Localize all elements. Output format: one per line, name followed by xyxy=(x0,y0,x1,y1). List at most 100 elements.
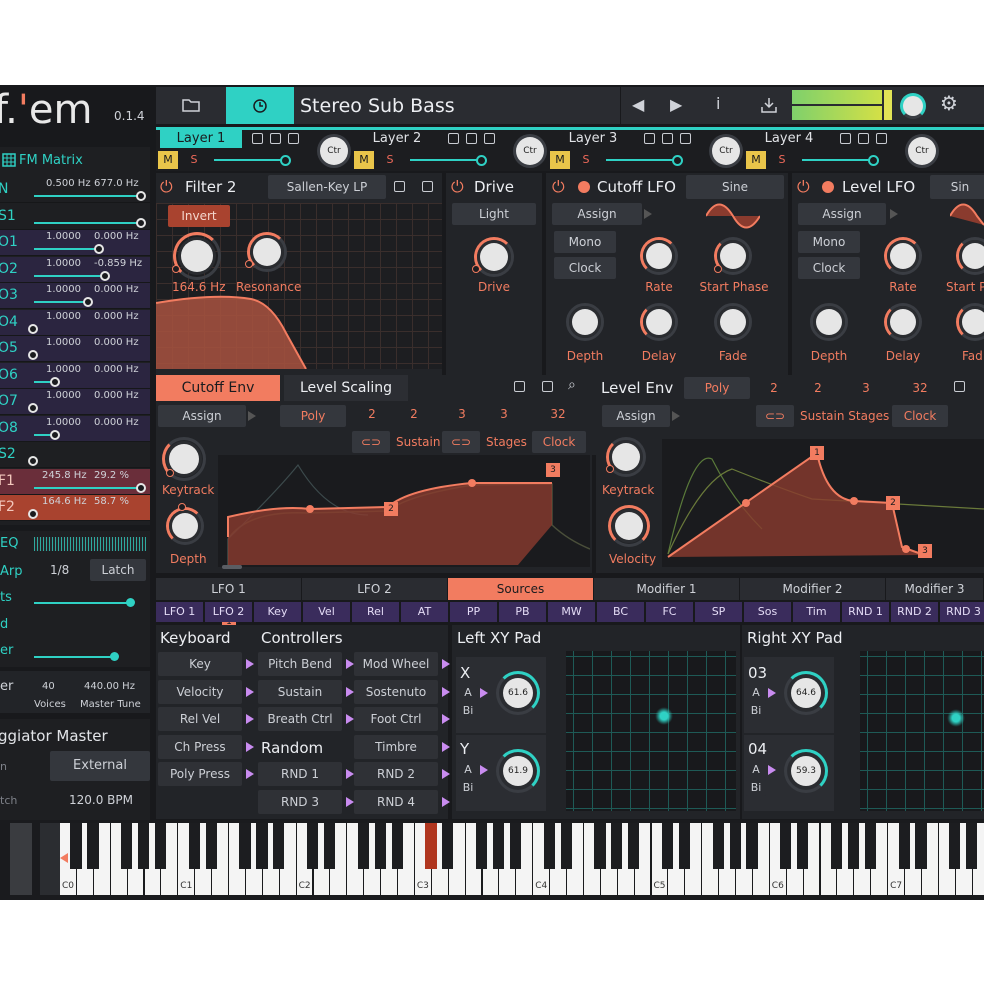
y-mode-a[interactable]: A xyxy=(458,762,478,778)
fm-row-slider[interactable] xyxy=(135,191,146,201)
keyboard-source-button[interactable]: Poly Press xyxy=(158,762,242,786)
start-phase-knob[interactable] xyxy=(720,243,746,269)
black-key[interactable] xyxy=(864,823,876,869)
env-param[interactable]: 3 xyxy=(448,407,476,421)
black-key[interactable] xyxy=(746,823,758,869)
layer-tool-icon[interactable] xyxy=(252,133,263,144)
controller-source-button[interactable]: Pitch Bend xyxy=(258,652,342,676)
power-icon[interactable]: ⏻ xyxy=(552,177,565,197)
env-scrollbar[interactable] xyxy=(222,565,242,569)
save-icon[interactable] xyxy=(760,97,778,113)
fm-row-offset[interactable]: 0.000 Hz xyxy=(94,231,139,242)
source-chip[interactable]: AT xyxy=(401,602,448,622)
controller-source-button[interactable]: Sustain xyxy=(258,679,342,704)
black-key[interactable] xyxy=(628,823,640,869)
black-key[interactable] xyxy=(205,823,217,869)
black-key[interactable] xyxy=(70,823,82,869)
black-key[interactable] xyxy=(780,823,792,869)
keytrack-mod-dot[interactable] xyxy=(166,469,174,477)
fm-row-ratio[interactable]: 1.0000 xyxy=(46,364,81,375)
layer-solo-button[interactable]: S xyxy=(576,151,596,169)
stages-loop-icon[interactable]: ⊂⊃ xyxy=(442,431,480,453)
fm-row-offset[interactable]: 29.2 % xyxy=(94,470,129,481)
lfo-clock-button[interactable]: Clock xyxy=(798,257,860,279)
latch-button[interactable]: Latch xyxy=(90,559,146,581)
fx3-slider[interactable] xyxy=(110,652,119,661)
black-key[interactable] xyxy=(898,823,910,869)
fm-row-slider[interactable] xyxy=(94,244,104,254)
layer-tool-icon[interactable] xyxy=(680,133,691,144)
prev-preset-button[interactable]: ◀ xyxy=(632,95,644,114)
env-clock-button[interactable]: Clock xyxy=(892,405,948,427)
env-param[interactable]: 3 xyxy=(854,381,878,395)
lfo-assign-button[interactable]: Assign xyxy=(798,203,886,225)
black-key[interactable] xyxy=(374,823,386,869)
mod-wheel[interactable] xyxy=(40,823,60,895)
keytrack-knob[interactable] xyxy=(169,444,199,474)
zoom-icon[interactable]: ⌕ xyxy=(568,377,576,393)
env-clock-button[interactable]: Clock xyxy=(532,431,586,453)
controller-source-button[interactable]: RND 2 xyxy=(354,762,438,786)
black-key[interactable] xyxy=(543,823,555,869)
lfo-fade-knob[interactable] xyxy=(720,309,746,335)
fm-row-ratio[interactable]: 1.0000 xyxy=(46,258,81,269)
fm-row-slider[interactable] xyxy=(135,482,146,493)
resonance-mod-dot[interactable] xyxy=(245,260,253,268)
black-key[interactable] xyxy=(425,823,437,869)
fm-row-ratio[interactable]: 1.0000 xyxy=(46,417,81,428)
lfo-clock-button[interactable]: Clock xyxy=(554,257,616,279)
source-chip[interactable]: RND 3 xyxy=(940,602,984,622)
layer-pan-knob[interactable]: Ctr xyxy=(320,137,348,165)
arp-rate[interactable]: 1/8 xyxy=(50,563,69,577)
random-source-button[interactable]: RND 3 xyxy=(258,790,342,814)
lfo-depth-knob[interactable] xyxy=(572,309,598,335)
source-chip[interactable]: RND 2 xyxy=(891,602,938,622)
layer-volume-slider[interactable] xyxy=(672,155,683,166)
gear-icon[interactable]: ⚙ xyxy=(940,91,958,115)
fm-row-offset[interactable]: 0.000 Hz xyxy=(94,311,139,322)
y-value-knob[interactable]: 59.3 xyxy=(791,756,821,786)
left-xy-pad[interactable] xyxy=(566,651,736,811)
paste-icon[interactable] xyxy=(422,181,433,192)
layer-volume-slider[interactable] xyxy=(280,155,291,166)
fm-row-offset[interactable]: -0.859 Hz xyxy=(94,258,142,269)
x-value-knob[interactable]: 61.6 xyxy=(503,678,533,708)
lfo-delay-knob[interactable] xyxy=(890,309,916,335)
black-key[interactable] xyxy=(509,823,522,869)
black-key[interactable] xyxy=(357,823,369,869)
y-mode-a[interactable]: A xyxy=(746,762,766,778)
lfo-mono-button[interactable]: Mono xyxy=(798,231,860,253)
layer-volume-slider[interactable] xyxy=(476,155,487,166)
black-key[interactable] xyxy=(661,823,674,869)
layer-pan-knob[interactable]: Ctr xyxy=(712,137,740,165)
controller-source-button[interactable]: Timbre xyxy=(354,734,438,759)
velocity-knob[interactable] xyxy=(615,512,643,540)
layer-tool-icon[interactable] xyxy=(662,133,673,144)
black-key[interactable] xyxy=(847,823,860,869)
fm-row-offset[interactable]: 0.000 Hz xyxy=(94,364,139,375)
layer-tool-icon[interactable] xyxy=(466,133,477,144)
tab-layer-1[interactable]: Layer 1 xyxy=(160,130,242,148)
lfo-shape-dropdown[interactable]: Sin xyxy=(930,175,984,199)
layer-tool-icon[interactable] xyxy=(858,133,869,144)
tab-layer-3[interactable]: Layer 3 xyxy=(552,130,634,148)
x-value-knob[interactable]: 64.6 xyxy=(791,678,821,708)
env-node[interactable]: 2 xyxy=(384,502,398,516)
env-node[interactable]: 1 xyxy=(810,446,824,460)
fm-row-ratio[interactable]: 1.0000 xyxy=(46,337,81,348)
fm-row-slider[interactable] xyxy=(135,217,146,228)
lfo-shape-dropdown[interactable]: Sine xyxy=(686,175,784,199)
lfo-rate-knob[interactable] xyxy=(646,243,672,269)
black-key[interactable] xyxy=(188,823,200,869)
sustain-loop-icon[interactable]: ⊂⊃ xyxy=(352,431,390,453)
fm-row-ratio[interactable]: 1.0000 xyxy=(46,231,81,242)
black-key[interactable] xyxy=(121,823,133,869)
keyboard-source-button[interactable]: Velocity xyxy=(158,679,242,704)
keytrack-mod-dot[interactable] xyxy=(606,465,614,473)
drive-knob[interactable] xyxy=(480,243,508,271)
source-chip[interactable]: Key xyxy=(254,602,301,622)
black-key[interactable] xyxy=(273,823,285,869)
env-param[interactable]: 32 xyxy=(906,381,934,395)
env-assign-button[interactable]: Assign xyxy=(602,405,670,427)
keytrack-knob[interactable] xyxy=(612,443,640,471)
